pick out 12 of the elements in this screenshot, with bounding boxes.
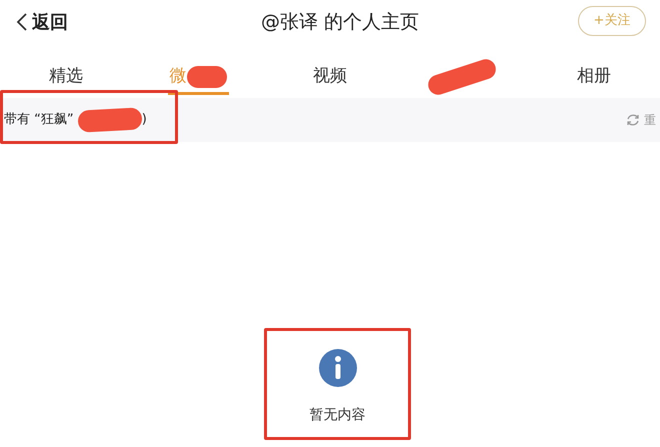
filter-text: ) (142, 111, 147, 130)
page-title: @张译 的个人主页 (260, 10, 420, 35)
redaction-mark (77, 107, 142, 133)
tab[interactable]: 相册 (577, 61, 611, 95)
tab[interactable]: 精选 (49, 61, 83, 95)
filter-text: 带有 “狂飙” (4, 111, 75, 130)
back-icon (16, 12, 28, 32)
back-button[interactable]: 返回 (16, 8, 68, 36)
info-icon (318, 349, 356, 387)
refresh-icon (626, 113, 640, 127)
empty-message: 暂无内容 (310, 406, 366, 425)
tab[interactable]: 视频 (313, 61, 347, 95)
